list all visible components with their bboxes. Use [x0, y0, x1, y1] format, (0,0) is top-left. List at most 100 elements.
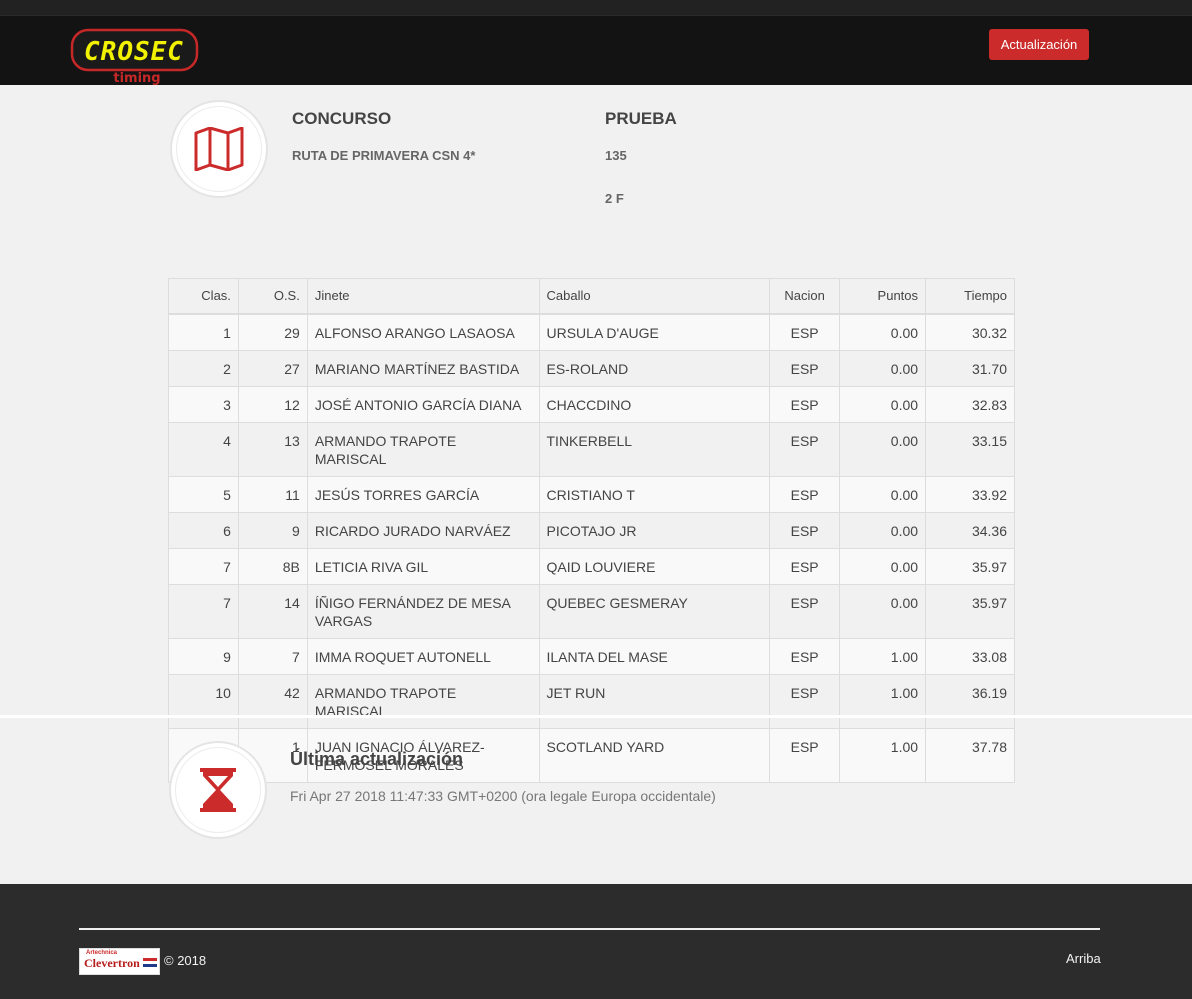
cell-tiempo: 30.32 — [925, 313, 1015, 351]
cell-jinete: JOSÉ ANTONIO GARCÍA DIANA — [306, 385, 540, 423]
cell-nacion: ESP — [769, 547, 841, 585]
cell-caballo: PICOTAJO JR — [538, 511, 771, 549]
cell-jinete: IMMA ROQUET AUTONELL — [306, 637, 540, 675]
cell-nacion: ESP — [769, 349, 841, 387]
cell-os: 14 — [237, 583, 308, 639]
update-title: Última actualización — [290, 749, 464, 769]
cell-clas: 5 — [168, 475, 239, 513]
cell-caballo: CHACCDINO — [538, 385, 771, 423]
cell-tiempo: 32.83 — [925, 385, 1015, 423]
cell-clas: 7 — [168, 547, 239, 585]
cell-os: 7 — [237, 637, 308, 675]
cell-nacion: ESP — [769, 475, 841, 513]
cell-clas: 4 — [168, 421, 239, 477]
cell-caballo: CRISTIANO T — [538, 475, 771, 513]
cell-caballo: QUEBEC GESMERAY — [538, 583, 771, 639]
cell-clas: 1 — [168, 313, 239, 351]
cell-puntos: 0.00 — [839, 547, 927, 585]
cell-nacion: ESP — [769, 583, 841, 639]
copyright: © 2018 — [164, 953, 207, 968]
cell-os: 9 — [237, 511, 308, 549]
table-row: 1 29 ALFONSO ARANGO LASAOSA URSULA D'AUGE ES… — [168, 313, 1015, 351]
prueba-number: 135 — [605, 148, 627, 163]
cell-jinete: ALFONSO ARANGO LASAOSA — [306, 313, 540, 351]
col-jinete[interactable]: Jinete — [306, 278, 540, 315]
cell-tiempo: 33.15 — [925, 421, 1015, 477]
col-clas[interactable]: Clas. — [168, 278, 239, 315]
cell-nacion: ESP — [769, 511, 841, 549]
table-row: 2 27 MARIANO MARTÍNEZ BASTIDA ES-ROLAND ESP 0… — [168, 349, 1015, 387]
cell-os: 29 — [237, 313, 308, 351]
cell-caballo: ES-ROLAND — [538, 349, 771, 387]
cell-jinete: ÍÑIGO FERNÁNDEZ DE MESA VARGAS — [306, 583, 540, 639]
cell-caballo: TINKERBELL — [538, 421, 771, 477]
cell-os: 12 — [237, 385, 308, 423]
cell-os: 27 — [237, 349, 308, 387]
table-row: 10 42 ARMANDO TRAPOTE MARISCAL JET RUN ESP 1.… — [168, 673, 1015, 729]
navbar: CROSEC timing Actualización — [0, 16, 1192, 86]
cell-puntos: 0.00 — [839, 421, 927, 477]
cell-nacion: ESP — [769, 313, 841, 351]
concurso-label: CONCURSO — [292, 109, 392, 128]
cell-tiempo: 31.70 — [925, 349, 1015, 387]
cell-clas: 10 — [168, 673, 239, 729]
event-icon-circle — [170, 100, 268, 198]
col-os[interactable]: O.S. — [237, 278, 308, 315]
cell-tiempo: 37.78 — [925, 727, 1015, 783]
table-row: 3 12 JOSÉ ANTONIO GARCÍA DIANA CHACCDINO ESP… — [168, 385, 1015, 423]
back-to-top-link[interactable]: Arriba — [1066, 951, 1101, 966]
table-row: 4 13 ARMANDO TRAPOTE MARISCAL TINKERBELL ESP… — [168, 421, 1015, 477]
cell-tiempo: 34.36 — [925, 511, 1015, 549]
cell-puntos: 0.00 — [839, 385, 927, 423]
cell-jinete: LETICIA RIVA GIL — [306, 547, 540, 585]
table-row: 7 14 ÍÑIGO FERNÁNDEZ DE MESA VARGAS QUEBEC … — [168, 583, 1015, 639]
cell-clas: 6 — [168, 511, 239, 549]
cell-jinete: JESÚS TORRES GARCÍA — [306, 475, 540, 513]
cell-nacion: ESP — [769, 637, 841, 675]
cell-caballo: QAID LOUVIERE — [538, 547, 771, 585]
section-divider — [0, 715, 1192, 718]
cell-caballo: JET RUN — [538, 673, 771, 729]
update-button[interactable]: Actualización — [989, 29, 1089, 60]
concurso-name: RUTA DE PRIMAVERA CSN 4* — [292, 148, 476, 163]
clevertron-logo-text: Clevertron — [84, 956, 140, 970]
cell-nacion: ESP — [769, 673, 841, 729]
cell-caballo: ILANTA DEL MASE — [538, 637, 771, 675]
col-nacion[interactable]: Nacion — [769, 278, 841, 315]
cell-nacion: ESP — [769, 385, 841, 423]
cell-puntos: 1.00 — [839, 673, 927, 729]
cell-puntos: 0.00 — [839, 475, 927, 513]
cell-clas: 7 — [168, 583, 239, 639]
prueba-label: PRUEBA — [605, 109, 677, 128]
col-puntos[interactable]: Puntos — [839, 278, 927, 315]
cell-clas: 3 — [168, 385, 239, 423]
col-tiempo[interactable]: Tiempo — [925, 278, 1015, 315]
cell-nacion: ESP — [769, 727, 841, 783]
col-caballo[interactable]: Caballo — [538, 278, 771, 315]
clevertron-logo[interactable]: Artechnica Clevertron — [79, 948, 160, 975]
logo-subtext: timing — [113, 71, 160, 86]
cell-os: 11 — [237, 475, 308, 513]
cell-caballo: URSULA D'AUGE — [538, 313, 771, 351]
cell-clas: 2 — [168, 349, 239, 387]
cell-os: 8B — [237, 547, 308, 585]
footer-separator — [79, 928, 1100, 930]
hourglass-icon — [200, 768, 236, 812]
table-row: 5 11 JESÚS TORRES GARCÍA CRISTIANO T ESP 0.00… — [168, 475, 1015, 513]
table-row: 9 7 IMMA ROQUET AUTONELL ILANTA DEL MASE ESP… — [168, 637, 1015, 675]
cell-tiempo: 35.97 — [925, 547, 1015, 585]
cell-tiempo: 36.19 — [925, 673, 1015, 729]
update-timestamp: Fri Apr 27 2018 11:47:33 GMT+0200 (ora l… — [290, 788, 716, 804]
cell-puntos: 1.00 — [839, 637, 927, 675]
cell-os: 42 — [237, 673, 308, 729]
crosec-logo[interactable]: CROSEC timing — [70, 28, 200, 86]
cell-jinete: ARMANDO TRAPOTE MARISCAL — [306, 421, 540, 477]
cell-puntos: 0.00 — [839, 349, 927, 387]
cell-jinete: MARIANO MARTÍNEZ BASTIDA — [306, 349, 540, 387]
cell-jinete: RICARDO JURADO NARVÁEZ — [306, 511, 540, 549]
cell-nacion: ESP — [769, 421, 841, 477]
cell-tiempo: 35.97 — [925, 583, 1015, 639]
top-strip — [0, 0, 1192, 16]
cell-puntos: 1.00 — [839, 727, 927, 783]
cell-caballo: SCOTLAND YARD — [538, 727, 771, 783]
